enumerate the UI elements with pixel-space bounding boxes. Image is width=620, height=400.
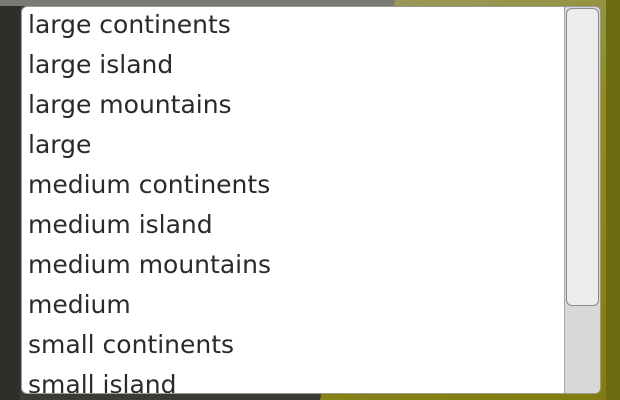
background-left-panel: [0, 0, 20, 400]
scrollbar-thumb[interactable]: [566, 8, 599, 306]
list-item[interactable]: medium island: [22, 207, 566, 247]
list-item[interactable]: large island: [22, 47, 566, 87]
list-item[interactable]: large continents: [22, 7, 566, 47]
list-item[interactable]: medium: [22, 287, 566, 327]
list-item[interactable]: small continents: [22, 327, 566, 367]
list-item[interactable]: small island: [22, 367, 566, 393]
list-item[interactable]: medium continents: [22, 167, 566, 207]
listbox-items: large continents large island large moun…: [22, 7, 566, 393]
map-size-listbox[interactable]: large continents large island large moun…: [21, 6, 601, 394]
list-item[interactable]: medium mountains: [22, 247, 566, 287]
background-right-edge: [606, 0, 620, 400]
vertical-scrollbar[interactable]: [564, 7, 600, 393]
list-item[interactable]: large mountains: [22, 87, 566, 127]
list-item[interactable]: large: [22, 127, 566, 167]
